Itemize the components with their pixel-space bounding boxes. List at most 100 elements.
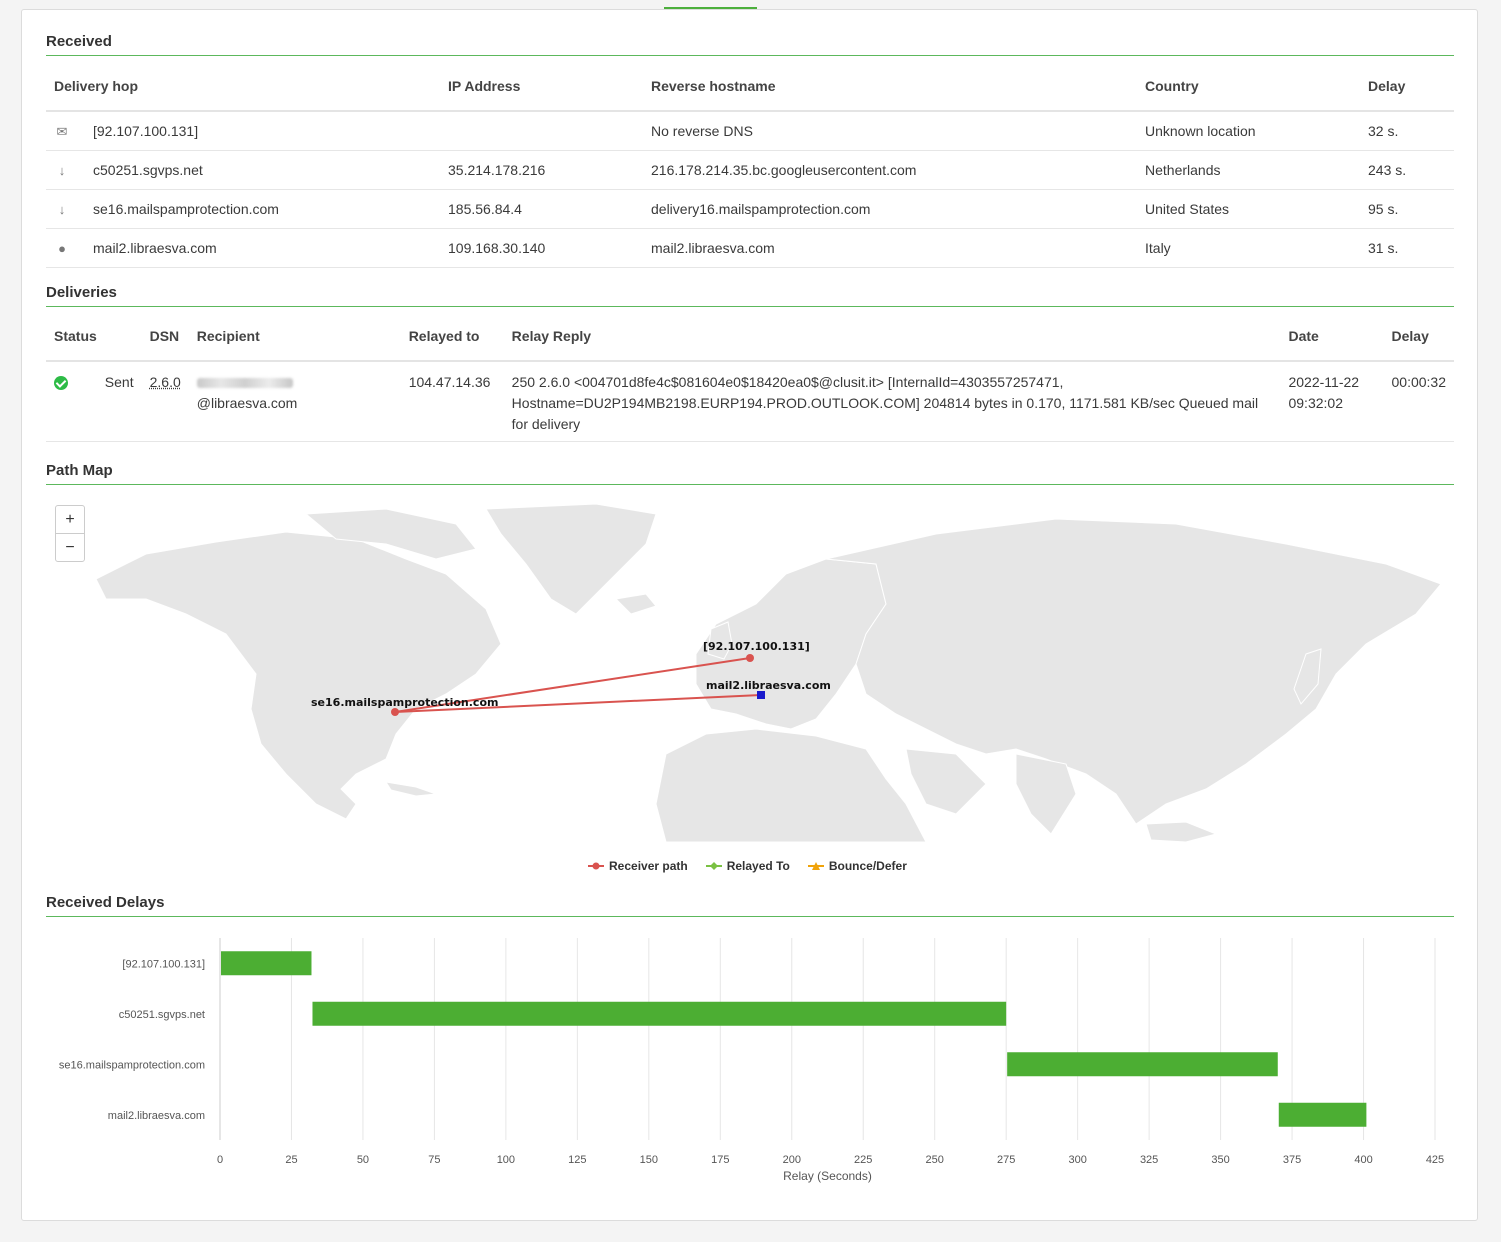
x-tick-label: 350	[1211, 1154, 1229, 1166]
col-reverse-hostname: Reverse hostname	[643, 62, 1137, 112]
x-tick-label: 300	[1068, 1154, 1086, 1166]
hop-reverse: mail2.libraesva.com	[643, 228, 1137, 268]
delivery-row: Sent 2.6.0 @libraesva.com 104.47.14.36 2…	[46, 361, 1454, 442]
recipient-domain: @libraesva.com	[196, 395, 298, 411]
legend-label: Bounce/Defer	[828, 859, 907, 873]
hop-name: mail2.libraesva.com	[93, 240, 217, 256]
received-title: Received	[46, 33, 1454, 56]
delivery-delay: 00:00:32	[1383, 361, 1454, 442]
caribbean-islands	[384, 781, 437, 797]
received-row: ↓ se16.mailspamprotection.com 185.56.84.4 d…	[46, 189, 1454, 229]
received-row: ↓ c50251.sgvps.net 35.214.178.216 216.178.2…	[46, 150, 1454, 190]
col-status: Status	[46, 312, 105, 362]
x-tick-label: 275	[997, 1154, 1015, 1166]
col-recipient: Recipient	[188, 312, 401, 362]
x-tick-label: 325	[1140, 1154, 1158, 1166]
y-tick-label: c50251.sgvps.net	[119, 1009, 205, 1021]
arabia-landmass	[905, 748, 987, 815]
col-ip-address: IP Address	[440, 62, 643, 112]
received-delays-chart: 0 25 50 75 100 125 150 175 200 225 250 275 300 325 350…	[59, 938, 1444, 1183]
delivery-date: 2022-11-22 09:32:02	[1280, 361, 1384, 442]
x-axis-label: Relay (Seconds)	[783, 1169, 872, 1183]
y-tick-label: mail2.libraesva.com	[108, 1110, 205, 1122]
legend-bounce-defer[interactable]: Bounce/Defer	[807, 859, 907, 873]
map-marker-label: se16.mailspamprotection.com	[311, 696, 498, 709]
zoom-out-button[interactable]: −	[56, 533, 84, 561]
legend-receiver-path[interactable]: Receiver path	[588, 859, 688, 873]
x-tick-label: 400	[1354, 1154, 1372, 1166]
col-country: Country	[1137, 62, 1360, 112]
delivery-date-day: 2022-11-22	[1288, 374, 1360, 390]
received-row: ✉ [92.107.100.131] No reverse DNS Unknown l…	[46, 111, 1454, 151]
legend-relayed-to[interactable]: Relayed To	[705, 859, 790, 873]
receiver-path-legend-icon	[588, 862, 604, 870]
hop-delay: 31 s.	[1360, 228, 1454, 268]
x-tick-label: 425	[1426, 1154, 1444, 1166]
delay-bar[interactable]	[221, 951, 312, 976]
redacted-recipient	[196, 378, 293, 389]
north-america-landmass	[95, 531, 502, 820]
x-tick-label: 125	[568, 1154, 586, 1166]
y-tick-label: [92.107.100.131]	[122, 958, 205, 970]
map-marker-label: [92.107.100.131]	[703, 640, 810, 653]
check-circle-icon	[54, 376, 68, 391]
active-tab-indicator	[664, 7, 757, 9]
col-dsn: DSN	[141, 312, 189, 362]
map-marker[interactable]	[391, 708, 399, 716]
hop-country: Netherlands	[1137, 150, 1360, 190]
col-delivery-hop: Delivery hop	[46, 62, 440, 112]
hop-country: Unknown location	[1137, 111, 1360, 151]
x-tick-label: 175	[711, 1154, 729, 1166]
dsn-code[interactable]: 2.6.0	[150, 374, 181, 390]
map-marker-destination[interactable]	[757, 691, 765, 699]
hop-country: United States	[1137, 189, 1360, 229]
legend-label: Relayed To	[726, 859, 790, 873]
relayed-to: 104.47.14.36	[400, 361, 504, 442]
delay-bar[interactable]	[312, 1001, 1007, 1026]
x-tick-label: 200	[783, 1154, 801, 1166]
hop-country: Italy	[1137, 228, 1360, 268]
delay-bar[interactable]	[1278, 1102, 1367, 1127]
hop-ip: 185.56.84.4	[440, 189, 643, 229]
x-tick-label: 250	[926, 1154, 944, 1166]
map-pin-icon: ●	[58, 241, 66, 256]
hop-reverse: No reverse DNS	[643, 111, 1137, 151]
col-delay: Delay	[1360, 62, 1454, 112]
map-marker-label: mail2.libraesva.com	[706, 679, 831, 692]
x-tick-label: 0	[217, 1154, 223, 1166]
delivery-status: Sent	[104, 361, 142, 442]
hop-delay: 95 s.	[1360, 189, 1454, 229]
received-row: ● mail2.libraesva.com 109.168.30.140 mail2.…	[46, 228, 1454, 268]
zoom-in-button[interactable]: +	[56, 506, 84, 533]
path-map-title: Path Map	[46, 462, 1454, 485]
x-tick-label: 100	[497, 1154, 515, 1166]
hop-name: se16.mailspamprotection.com	[93, 201, 279, 217]
deliveries-title: Deliveries	[46, 284, 1454, 307]
map-canvas: [92.107.100.131] mail2.libraesva.com se16.…	[95, 504, 1442, 842]
relayed-to-legend-icon	[705, 862, 722, 870]
hop-ip	[440, 111, 643, 151]
envelope-icon: ✉	[56, 123, 68, 139]
x-tick-label: 375	[1283, 1154, 1301, 1166]
hop-delay: 32 s.	[1360, 111, 1454, 151]
col-relay-reply: Relay Reply	[503, 312, 1281, 362]
y-tick-label: se16.mailspamprotection.com	[59, 1059, 205, 1071]
deliveries-table: Status DSN Recipient Relayed to Relay Re…	[46, 312, 1454, 442]
x-tick-label: 225	[854, 1154, 872, 1166]
arrow-down-icon: ↓	[58, 202, 66, 217]
hop-ip: 35.214.178.216	[440, 150, 643, 190]
world-map[interactable]: [92.107.100.131] mail2.libraesva.com se16.…	[56, 504, 1444, 842]
hop-name: [92.107.100.131]	[93, 122, 199, 139]
received-delays-title: Received Delays	[46, 894, 1454, 917]
map-zoom-control: + −	[55, 505, 85, 562]
iceland-landmass	[614, 593, 657, 615]
map-marker[interactable]	[746, 654, 754, 662]
x-tick-label: 25	[285, 1154, 297, 1166]
delivery-date-time: 09:32:02	[1288, 395, 1343, 411]
recipient: @libraesva.com	[188, 361, 401, 442]
arrow-down-icon: ↓	[58, 163, 66, 178]
col-date: Date	[1280, 312, 1384, 362]
india-landmass	[1015, 753, 1077, 835]
delay-bar[interactable]	[1007, 1052, 1278, 1077]
hop-ip: 109.168.30.140	[440, 228, 643, 268]
